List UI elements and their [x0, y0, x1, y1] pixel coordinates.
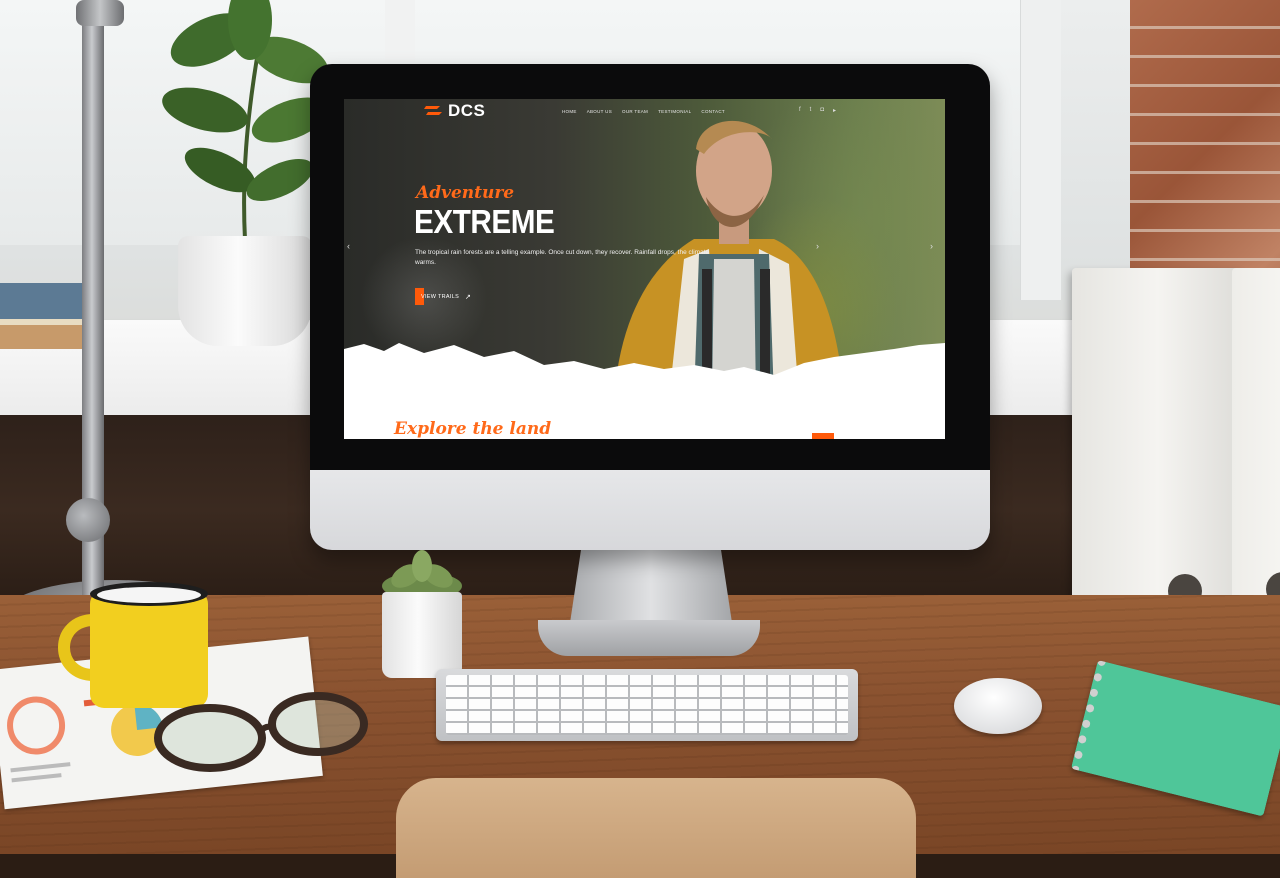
- hero-headline: EXTREME: [414, 203, 555, 240]
- nav-about-us[interactable]: ABOUT US: [587, 109, 612, 114]
- monitor-screen: DCS HOME ABOUT US OUR TEAM TESTIMONIAL C…: [344, 99, 945, 439]
- youtube-icon[interactable]: ▸: [833, 107, 836, 114]
- chair-back: [396, 778, 916, 878]
- nav-contact[interactable]: CONTACT: [701, 109, 725, 114]
- slider-next-arrow-icon[interactable]: ›: [930, 241, 933, 251]
- logo-mark-icon: [424, 106, 442, 115]
- window-frame-right: [1020, 0, 1061, 300]
- nav-our-team[interactable]: OUR TEAM: [622, 109, 648, 114]
- view-trails-button[interactable]: VIEW TRAILS ↗: [415, 288, 483, 305]
- lamp-head: [76, 0, 124, 26]
- mouse[interactable]: [954, 678, 1042, 734]
- eyeglasses: [154, 692, 368, 772]
- succulent-pot: [382, 592, 462, 678]
- hero-description: The tropical rain forests are a telling …: [415, 249, 710, 266]
- section-accent: [812, 433, 834, 439]
- keyboard[interactable]: [436, 669, 858, 741]
- external-link-icon: ↗: [465, 293, 471, 301]
- book-stack: [0, 283, 84, 349]
- slider-prev-arrow-icon[interactable]: ‹: [347, 241, 350, 251]
- nav-home[interactable]: HOME: [562, 109, 577, 114]
- plant-pot: [178, 236, 312, 346]
- twitter-icon[interactable]: t: [810, 107, 812, 114]
- main-nav: HOME ABOUT US OUR TEAM TESTIMONIAL CONTA…: [562, 109, 725, 114]
- keyboard-keys[interactable]: [446, 675, 848, 735]
- lamp-knob: [66, 498, 110, 542]
- monitor-chin: [310, 470, 990, 550]
- hero-kicker: Adventure: [416, 183, 515, 203]
- nav-testimonial[interactable]: TESTIMONIAL: [658, 109, 691, 114]
- social-links: f t ◘ ▸: [799, 107, 836, 114]
- monitor-stand-foot: [538, 620, 760, 656]
- slider-dot-icon[interactable]: ›: [816, 241, 819, 251]
- facebook-icon[interactable]: f: [799, 107, 801, 114]
- section-title: Explore the land: [394, 419, 552, 439]
- site-logo[interactable]: DCS: [448, 101, 485, 121]
- instagram-icon[interactable]: ◘: [820, 107, 824, 114]
- cta-label: VIEW TRAILS: [421, 293, 460, 300]
